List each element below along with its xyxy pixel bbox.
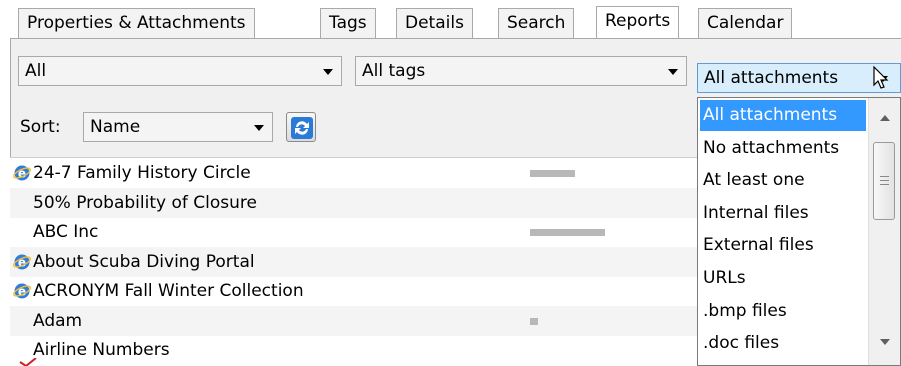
mouse-cursor-icon — [873, 66, 889, 89]
scroll-up-icon[interactable] — [880, 115, 890, 121]
dropdown-option[interactable]: At least one — [700, 165, 866, 196]
list-item-label: 50% Probability of Closure — [33, 192, 257, 213]
chevron-down-icon — [668, 69, 678, 75]
dropdown-option[interactable]: External files — [700, 230, 866, 261]
tab-tags[interactable]: Tags — [320, 8, 376, 38]
sort-select[interactable]: Name — [83, 112, 273, 142]
list-item-label: About Scuba Diving Portal — [33, 251, 255, 272]
grip-line — [880, 176, 889, 177]
attachments-dropdown[interactable]: All attachments No attachments At least on… — [697, 97, 901, 366]
tab-calendar[interactable]: Calendar — [698, 8, 793, 38]
refresh-button[interactable] — [286, 112, 316, 142]
list-item[interactable]: e About Scuba Diving Portal — [10, 246, 700, 277]
tags-filter-select[interactable]: All tags — [355, 56, 687, 86]
list-item[interactable]: 50% Probability of Closure — [10, 187, 700, 218]
tab-reports[interactable]: Reports — [596, 6, 680, 39]
sort-label: Sort: — [20, 117, 61, 137]
list-item-label: ACRONYM Fall Winter Collection — [33, 281, 304, 301]
chevron-down-icon — [254, 125, 264, 131]
grip-line — [880, 184, 889, 185]
attachments-filter-select[interactable]: All attachments — [697, 63, 901, 93]
tab-properties-attachments[interactable]: Properties & Attachments — [18, 8, 255, 38]
dropdown-option[interactable]: .bmp files — [700, 296, 866, 327]
list-item-label: 24-7 Family History Circle — [33, 163, 251, 183]
scroll-thumb[interactable] — [873, 142, 895, 220]
tags-filter-value: All tags — [362, 61, 426, 81]
list-item-label: ABC Inc — [33, 222, 99, 242]
list-item[interactable]: Airline Numbers — [10, 335, 700, 365]
internet-explorer-icon: e — [13, 165, 31, 181]
chevron-down-icon — [323, 69, 333, 75]
attachments-filter-value: All attachments — [704, 68, 839, 88]
dropdown-option[interactable]: URLs — [700, 263, 866, 294]
list-item[interactable]: e 24-7 Family History Circle — [10, 158, 700, 188]
usage-bar — [530, 229, 605, 236]
category-filter-select[interactable]: All — [18, 56, 342, 86]
list-item[interactable]: ABC Inc — [10, 217, 700, 247]
dropdown-scrollbar[interactable] — [868, 98, 900, 365]
grip-line — [880, 180, 889, 181]
list-item[interactable]: e ACRONYM Fall Winter Collection — [10, 276, 700, 306]
tab-search[interactable]: Search — [498, 8, 575, 38]
internet-explorer-icon: e — [13, 254, 31, 269]
category-filter-value: All — [25, 61, 47, 81]
dropdown-option[interactable]: Internal files — [700, 198, 866, 229]
list-item[interactable]: Adam — [10, 305, 700, 336]
usage-bar — [530, 317, 538, 325]
internet-explorer-icon: e — [13, 283, 31, 299]
red-check-icon — [19, 358, 37, 366]
refresh-arrows-icon — [291, 117, 313, 139]
sort-value: Name — [90, 117, 141, 137]
list-item-label: Adam — [33, 310, 83, 331]
dropdown-option[interactable]: No attachments — [700, 133, 866, 164]
dropdown-option[interactable]: All attachments — [700, 100, 866, 131]
tab-strip: Properties & Attachments Tags Details Se… — [0, 0, 901, 44]
usage-bar — [530, 170, 575, 177]
tab-details[interactable]: Details — [396, 8, 473, 38]
scroll-down-icon[interactable] — [880, 339, 890, 345]
list-item-label: Airline Numbers — [33, 340, 170, 360]
dropdown-option[interactable]: .doc files — [700, 328, 866, 359]
item-list[interactable]: e 24-7 Family History Circle 50% Probabili… — [10, 157, 700, 366]
